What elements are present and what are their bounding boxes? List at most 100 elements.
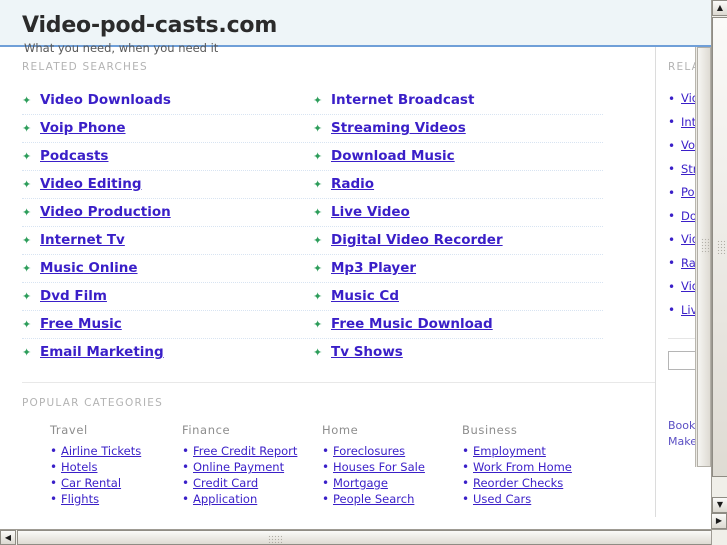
scroll-down-button[interactable]: ▼	[712, 497, 727, 513]
list-item[interactable]: • Online Payment	[182, 459, 314, 475]
category-link[interactable]: Flights	[61, 491, 99, 507]
star-bullet-icon: ✦	[313, 318, 323, 331]
dot-bullet-icon: •	[322, 492, 330, 506]
related-link[interactable]: Free Music	[40, 311, 122, 338]
list-item[interactable]: ✦ Video Downloads	[22, 87, 312, 115]
star-bullet-icon: ✦	[313, 178, 323, 191]
star-bullet-icon: ✦	[22, 150, 32, 163]
related-link[interactable]: Podcasts	[40, 143, 108, 170]
category-link[interactable]: Employment	[473, 443, 546, 459]
scroll-up-button[interactable]: ▲	[712, 0, 727, 16]
related-link[interactable]: Music Online	[40, 255, 138, 282]
scrollbar-grip-icon	[268, 535, 282, 543]
inner-scroll-right-button[interactable]: ▶	[711, 513, 727, 529]
category-link[interactable]: Work From Home	[473, 459, 572, 475]
category-link[interactable]: Mortgage	[333, 475, 388, 491]
list-item[interactable]: ✦ Streaming Videos	[313, 115, 603, 143]
related-link[interactable]: Mp3 Player	[331, 255, 416, 282]
category-link[interactable]: Hotels	[61, 459, 97, 475]
related-link[interactable]: Video Editing	[40, 171, 142, 198]
list-item[interactable]: • Application	[182, 491, 314, 507]
list-item[interactable]: • Mortgage	[322, 475, 454, 491]
related-link[interactable]: Dvd Film	[40, 283, 107, 310]
list-item[interactable]: ✦ Live Video	[313, 199, 603, 227]
rail-scrollbar-thumb[interactable]	[697, 47, 711, 467]
category-link[interactable]: Application	[193, 491, 257, 507]
category-link[interactable]: Free Credit Report	[193, 443, 297, 459]
dot-bullet-icon: •	[668, 91, 676, 106]
list-item[interactable]: • Reorder Checks	[462, 475, 604, 491]
rail-scrollbar[interactable]	[695, 47, 711, 467]
list-item[interactable]: • Credit Card	[182, 475, 314, 491]
list-item[interactable]: ✦ Music Online	[22, 255, 312, 283]
page-hscroll-thumb[interactable]	[17, 530, 727, 545]
list-item[interactable]: • Car Rental	[50, 475, 166, 491]
page-horizontal-scrollbar[interactable]: ◀	[0, 529, 727, 545]
popular-categories-heading: POPULAR CATEGORIES	[22, 397, 163, 409]
related-link[interactable]: Internet Broadcast	[331, 87, 474, 114]
category-link[interactable]: Reorder Checks	[473, 475, 563, 491]
category-link[interactable]: Credit Card	[193, 475, 258, 491]
list-item[interactable]: ✦ Free Music Download	[313, 311, 603, 339]
list-item[interactable]: ✦ Free Music	[22, 311, 312, 339]
scroll-left-button[interactable]: ◀	[0, 530, 16, 545]
category-link[interactable]: Houses For Sale	[333, 459, 425, 475]
page-vertical-scrollbar[interactable]: ▲ ▼	[711, 0, 727, 529]
list-item[interactable]: ✦ Dvd Film	[22, 283, 312, 311]
related-link[interactable]: Download Music	[331, 143, 455, 170]
category-title: Finance	[182, 423, 231, 437]
list-item[interactable]: ✦ Podcasts	[22, 143, 312, 171]
related-list-left: ✦ Video Downloads ✦ Voip Phone ✦ Podcasts ✦…	[22, 87, 312, 366]
list-item[interactable]: • Free Credit Report	[182, 443, 314, 459]
list-item[interactable]: ✦ Email Marketing	[22, 339, 312, 366]
related-link[interactable]: Radio	[331, 171, 374, 198]
main-content: RELATED SEARCHES ✦ Video Downloads ✦ Voip …	[0, 47, 655, 507]
star-bullet-icon: ✦	[22, 346, 32, 359]
list-item[interactable]: • Hotels	[50, 459, 166, 475]
page-vscroll-thumb[interactable]	[712, 17, 727, 477]
list-item[interactable]: • Work From Home	[462, 459, 604, 475]
category-link[interactable]: Online Payment	[193, 459, 284, 475]
list-item[interactable]: ✦ Voip Phone	[22, 115, 312, 143]
related-link[interactable]: Video Production	[40, 199, 171, 226]
list-item[interactable]: ✦ Music Cd	[313, 283, 603, 311]
list-item[interactable]: • Employment	[462, 443, 604, 459]
dot-bullet-icon: •	[182, 492, 190, 506]
list-item[interactable]: • People Search	[322, 491, 454, 507]
list-item[interactable]: • Used Cars	[462, 491, 604, 507]
dot-bullet-icon: •	[668, 232, 676, 247]
related-link[interactable]: Voip Phone	[40, 115, 126, 142]
list-item[interactable]: • Flights	[50, 491, 166, 507]
list-item[interactable]: ✦ Download Music	[313, 143, 603, 171]
list-item[interactable]: ✦ Radio	[313, 171, 603, 199]
category-link[interactable]: People Search	[333, 491, 414, 507]
list-item[interactable]: • Foreclosures	[322, 443, 454, 459]
related-link[interactable]: Live Video	[331, 199, 410, 226]
category-link[interactable]: Airline Tickets	[61, 443, 141, 459]
list-item[interactable]: ✦ Video Editing	[22, 171, 312, 199]
list-item[interactable]: ✦ Tv Shows	[313, 339, 603, 366]
category-link[interactable]: Used Cars	[473, 491, 531, 507]
scrollbar-grip-icon	[701, 238, 709, 254]
related-link[interactable]: Music Cd	[331, 283, 399, 310]
list-item[interactable]: ✦ Internet Tv	[22, 227, 312, 255]
list-item[interactable]: ✦ Video Production	[22, 199, 312, 227]
related-link[interactable]: Email Marketing	[40, 339, 164, 366]
dot-bullet-icon: •	[668, 209, 676, 224]
list-item[interactable]: ✦ Mp3 Player	[313, 255, 603, 283]
category-link[interactable]: Car Rental	[61, 475, 121, 491]
dot-bullet-icon: •	[668, 279, 676, 294]
related-link[interactable]: Video Downloads	[40, 87, 171, 114]
related-link[interactable]: Free Music Download	[331, 311, 493, 338]
list-item[interactable]: ✦ Digital Video Recorder	[313, 227, 603, 255]
category-group-business: Business • Employment • Work From Home • Re…	[454, 423, 604, 507]
list-item[interactable]: • Houses For Sale	[322, 459, 454, 475]
category-link[interactable]: Foreclosures	[333, 443, 405, 459]
related-link[interactable]: Tv Shows	[331, 339, 403, 366]
list-item[interactable]: ✦ Internet Broadcast	[313, 87, 603, 115]
related-link[interactable]: Streaming Videos	[331, 115, 466, 142]
list-item[interactable]: • Airline Tickets	[50, 443, 166, 459]
category-title: Business	[462, 423, 518, 437]
related-link[interactable]: Internet Tv	[40, 227, 125, 254]
related-link[interactable]: Digital Video Recorder	[331, 227, 503, 254]
